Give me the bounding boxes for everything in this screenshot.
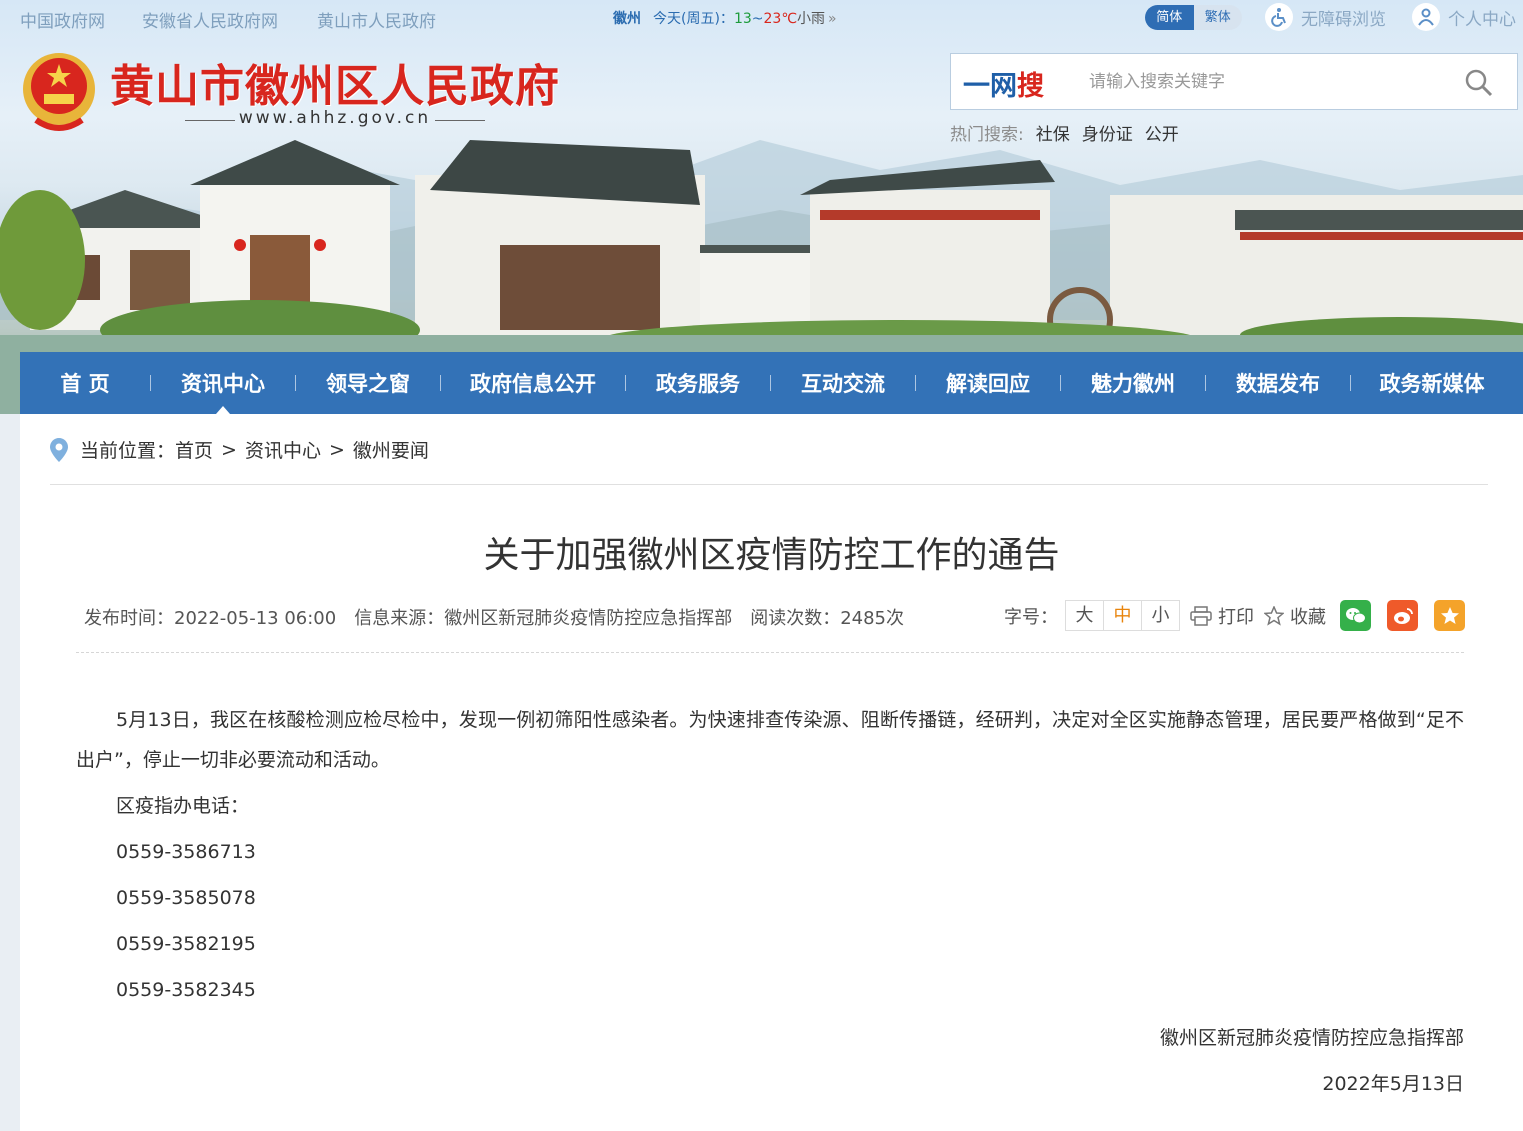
article-date: 2022年5月13日: [1322, 1073, 1464, 1095]
hot-search-term[interactable]: 公开: [1145, 125, 1179, 145]
share-wechat-button[interactable]: [1340, 600, 1371, 631]
nav-item-data-release[interactable]: 数据发布: [1206, 352, 1350, 414]
nav-item-charm-huizhou[interactable]: 魅力徽州: [1061, 352, 1205, 414]
weather-sep: ~: [751, 11, 764, 27]
weather-widget[interactable]: 徽州 今天(周五)：13~23℃小雨»: [613, 8, 837, 28]
search-icon: [1465, 69, 1493, 97]
article-paragraph: 5月13日，我区在核酸检测应检尽检中，发现一例初筛阳性感染者。为快速排查传染源、…: [76, 709, 1464, 771]
print-button[interactable]: 打印: [1190, 603, 1254, 629]
print-label: 打印: [1218, 606, 1254, 628]
site-url: www.ahhz.gov.cn: [185, 108, 485, 128]
nav-item-gov-info[interactable]: 政府信息公开: [441, 352, 625, 414]
hotline-label: 区疫指办电话：: [116, 795, 250, 817]
breadcrumb: 当前位置： 首页 > 资讯中心 > 徽州要闻: [50, 436, 429, 463]
search-brand: 一网搜: [963, 64, 1044, 103]
divider: [50, 484, 1488, 485]
lang-simplified-button[interactable]: 简体: [1145, 5, 1194, 30]
weather-city: 徽州: [613, 11, 641, 27]
favorite-button[interactable]: 收藏: [1264, 603, 1326, 629]
search-brand-part1: 一网: [963, 71, 1017, 102]
hot-search-term[interactable]: 社保: [1036, 125, 1070, 145]
site-title[interactable]: 黄山市徽州区人民政府: [110, 50, 560, 114]
article-tools: 字号： 大 中 小 打印 收藏: [1004, 600, 1465, 631]
article-body: 5月13日，我区在核酸检测应检尽检中，发现一例初筛阳性感染者。为快速排查传染源、…: [76, 700, 1464, 1104]
weather-day: 今天(周五)：: [653, 11, 734, 27]
wechat-icon: [1345, 607, 1366, 623]
info-source: 信息来源：徽州区新冠肺炎疫情防控应急指挥部: [354, 608, 733, 629]
accessibility-label: 无障碍浏览: [1301, 9, 1386, 30]
national-emblem-logo[interactable]: [20, 50, 98, 134]
breadcrumb-huizhou-news[interactable]: 徽州要闻: [353, 436, 429, 463]
breadcrumb-news-center[interactable]: 资讯中心: [245, 436, 321, 463]
search-brand-part2: 搜: [1017, 71, 1044, 102]
phone-number: 0559-3586713: [116, 841, 256, 863]
weather-high: 23℃: [763, 11, 798, 27]
breadcrumb-home[interactable]: 首页: [175, 436, 213, 463]
wheelchair-icon: [1265, 3, 1293, 31]
main-nav: 首 页 资讯中心 领导之窗 政府信息公开 政务服务 互动交流 解读回应 魅力徽州…: [20, 352, 1523, 414]
star-filled-icon: [1440, 606, 1459, 624]
favorite-label: 收藏: [1290, 606, 1326, 628]
article-meta: 发布时间：2022-05-13 06:00 信息来源：徽州区新冠肺炎疫情防控应急指…: [84, 604, 922, 630]
phone-number: 0559-3582195: [116, 933, 256, 955]
nav-item-gov-services[interactable]: 政务服务: [626, 352, 770, 414]
font-size-small-button[interactable]: 小: [1141, 600, 1180, 631]
nav-item-news-center[interactable]: 资讯中心: [151, 352, 295, 414]
nav-item-interaction[interactable]: 互动交流: [771, 352, 915, 414]
accessibility-link[interactable]: 无障碍浏览: [1265, 3, 1386, 31]
share-collect-button[interactable]: [1434, 600, 1465, 631]
font-size-switch: 大 中 小: [1065, 600, 1180, 631]
link-anhui-gov[interactable]: 安徽省人民政府网: [142, 7, 278, 32]
font-size-large-button[interactable]: 大: [1065, 600, 1104, 631]
top-bar: 中国政府网 安徽省人民政府网 黄山市人民政府 徽州 今天(周五)：13~23℃小雨…: [0, 0, 1523, 36]
font-size-medium-button[interactable]: 中: [1103, 600, 1142, 631]
hot-search-term[interactable]: 身份证: [1082, 125, 1133, 145]
header-banner: 中国政府网 安徽省人民政府网 黄山市人民政府 徽州 今天(周五)：13~23℃小雨…: [0, 0, 1523, 414]
nav-item-home[interactable]: 首 页: [20, 352, 150, 414]
article-signature: 徽州区新冠肺炎疫情防控应急指挥部: [1159, 1027, 1464, 1049]
phone-number: 0559-3585078: [116, 887, 256, 909]
star-icon: [1264, 605, 1284, 626]
personal-center-link[interactable]: 个人中心: [1412, 3, 1516, 31]
publish-time: 发布时间：2022-05-13 06:00: [84, 608, 337, 629]
breadcrumb-label: 当前位置：: [80, 440, 176, 462]
link-huangshan-gov[interactable]: 黄山市人民政府: [317, 7, 436, 32]
weather-condition: 小雨: [797, 11, 826, 27]
font-size-label: 字号：: [1004, 606, 1058, 628]
nav-item-leadership[interactable]: 领导之窗: [296, 352, 440, 414]
language-switch: 简体 繁体: [1145, 5, 1242, 30]
search-box: 一网搜: [950, 53, 1518, 110]
nav-item-interpretation[interactable]: 解读回应: [916, 352, 1060, 414]
printer-icon: [1190, 605, 1212, 626]
article-title: 关于加强徽州区疫情防控工作的通告: [483, 535, 1060, 576]
link-china-gov[interactable]: 中国政府网: [20, 7, 105, 32]
search-button[interactable]: [1463, 67, 1495, 99]
breadcrumb-separator: >: [221, 438, 237, 461]
nav-item-new-media[interactable]: 政务新媒体: [1351, 352, 1513, 414]
lang-traditional-button[interactable]: 繁体: [1193, 5, 1242, 30]
weather-low: 13: [733, 11, 752, 27]
article-panel: 当前位置： 首页 > 资讯中心 > 徽州要闻 关于加强徽州区疫情防控工作的通告 …: [20, 414, 1523, 1131]
phone-number: 0559-3582345: [116, 979, 256, 1001]
user-icon: [1412, 3, 1440, 31]
location-pin-icon: [50, 437, 68, 462]
read-count: 阅读次数：2485次: [750, 608, 905, 629]
hot-search: 热门搜索: 社保 身份证 公开: [950, 120, 1179, 145]
weather-more-icon[interactable]: »: [828, 11, 837, 27]
share-weibo-button[interactable]: [1387, 600, 1418, 631]
hot-search-label: 热门搜索:: [950, 125, 1024, 145]
breadcrumb-separator: >: [328, 438, 345, 461]
divider: [76, 652, 1464, 653]
search-input[interactable]: [1089, 66, 1449, 98]
weibo-icon: [1393, 607, 1413, 624]
personal-center-label: 个人中心: [1448, 9, 1516, 30]
